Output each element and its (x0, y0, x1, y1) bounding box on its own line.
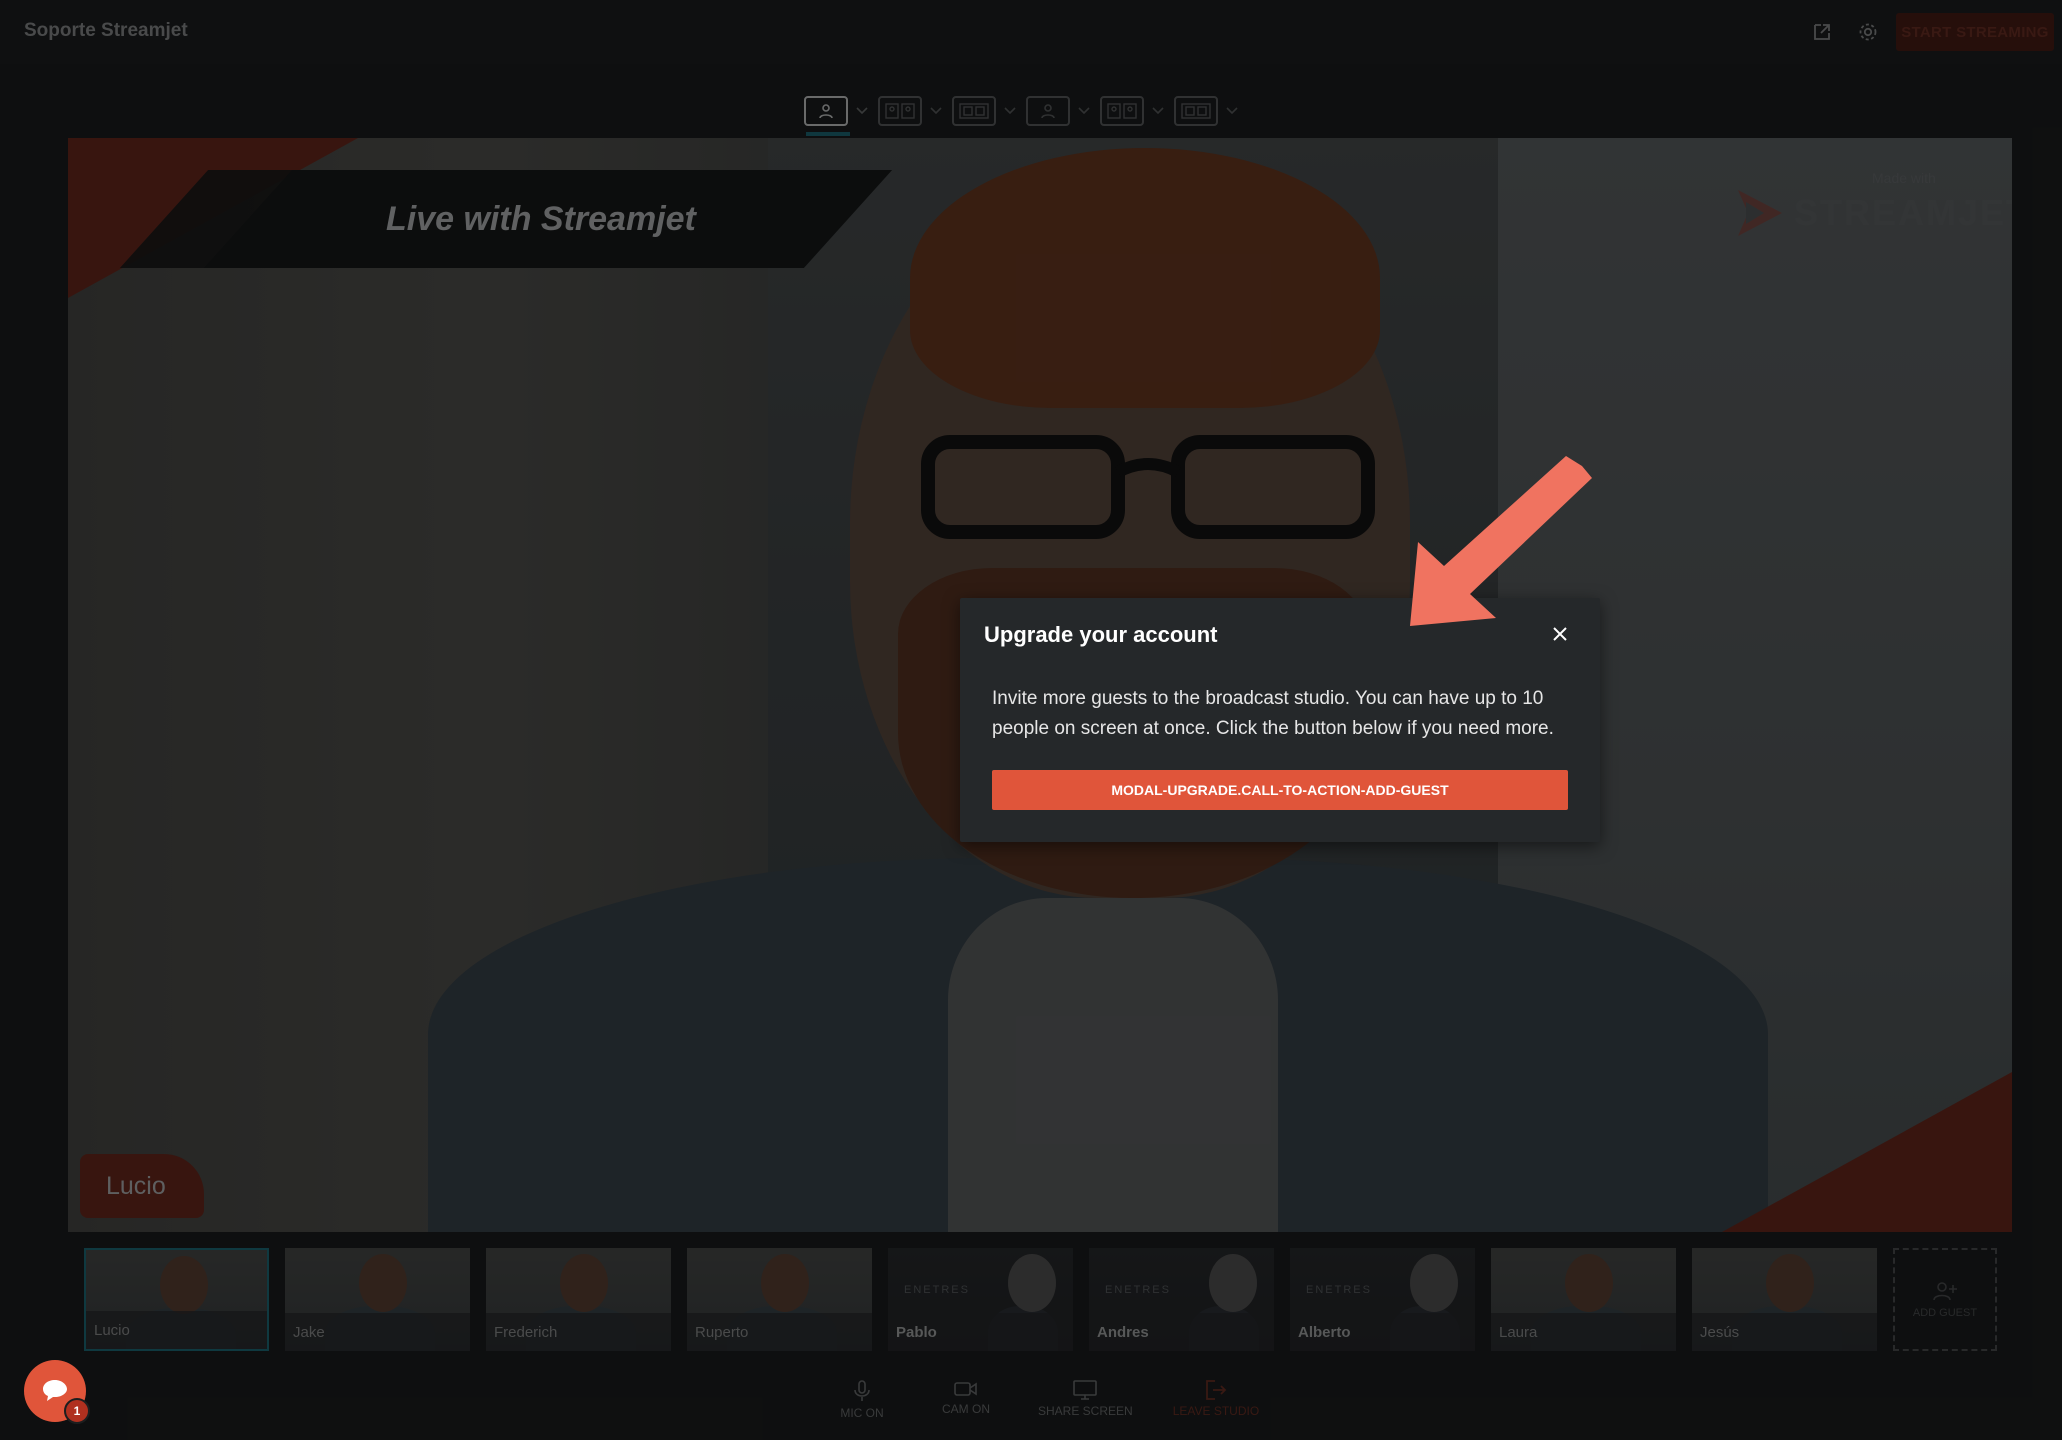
annotation-arrow-icon (1410, 456, 1592, 626)
add-guest-upgrade-button[interactable]: MODAL-UPGRADE.CALL-TO-ACTION-ADD-GUEST (992, 770, 1568, 810)
modal-title: Upgrade your account (984, 622, 1218, 647)
chat-unread-badge: 1 (64, 1398, 90, 1424)
modal-body-text: Invite more guests to the broadcast stud… (992, 688, 1554, 739)
chat-bubble-icon (43, 1380, 67, 1401)
